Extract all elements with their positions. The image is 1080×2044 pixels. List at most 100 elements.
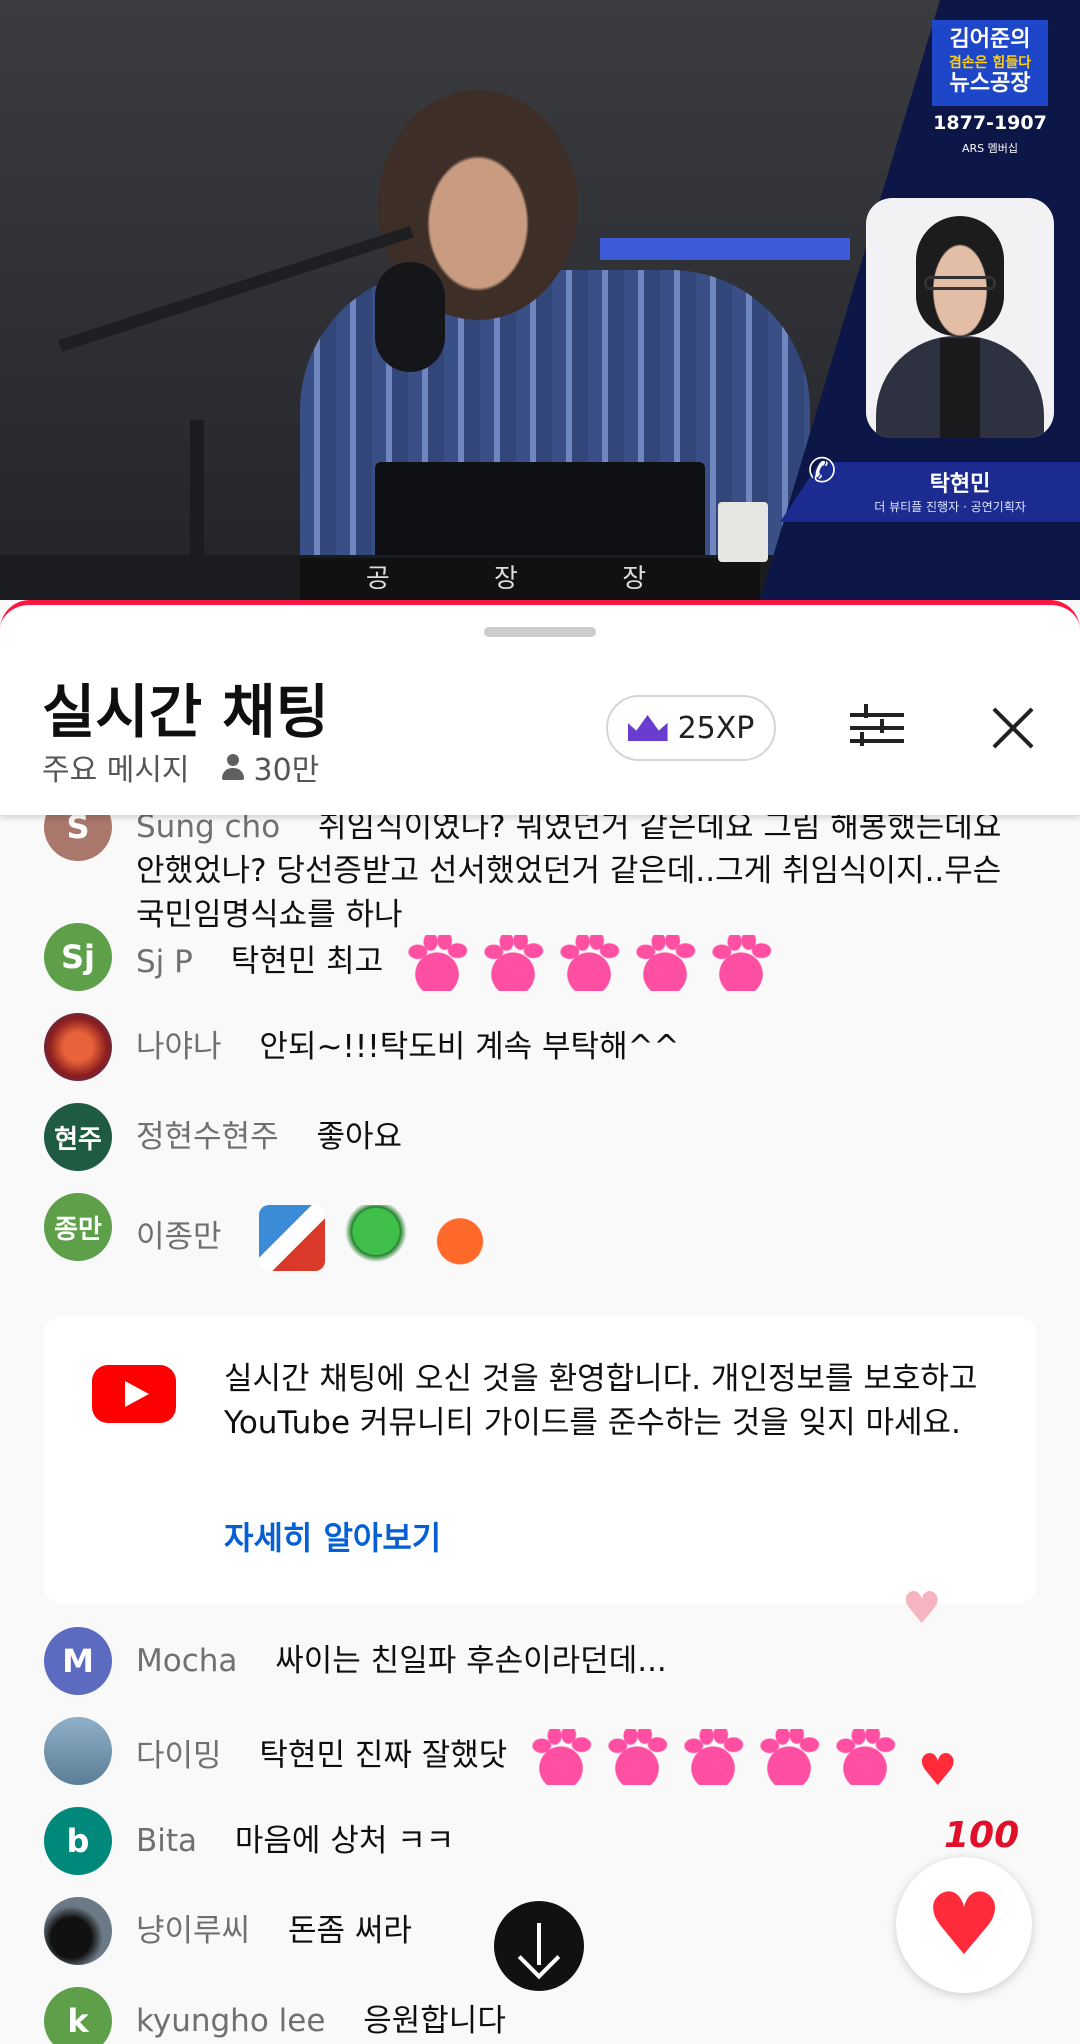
- learn-more-link[interactable]: 자세히 알아보기: [224, 1513, 441, 1559]
- youtube-icon: [92, 1365, 176, 1423]
- viewer-count-value: 30만: [253, 753, 320, 788]
- sticker-emoji: [427, 1205, 494, 1271]
- xp-value: 25XP: [677, 710, 755, 746]
- guest-shirt: [940, 338, 980, 438]
- floating-heart-icon: ♥: [902, 1583, 942, 1634]
- guest-photo: [866, 198, 1054, 438]
- chat-subtitle: 주요 메시지 30만: [42, 745, 319, 789]
- welcome-card: 실시간 채팅에 오신 것을 환영합니다. 개인정보를 보호하고 YouTube …: [44, 1317, 1036, 1603]
- tune-line-1: [850, 713, 904, 717]
- show-logo: 김어준의 겸손은 힘들다 뉴스공장: [932, 20, 1048, 106]
- logo-line-1: 김어준의: [949, 27, 1031, 52]
- chat-message[interactable]: M Mocha 싸이는 친일파 후손이라던데...: [44, 1627, 667, 1695]
- guest-role: 더 뷰티플 진행자 · 공연기획자: [874, 500, 1026, 514]
- waving-hand-emoji: [757, 1729, 822, 1785]
- message-body: 정현수현주 좋아요: [136, 1115, 402, 1159]
- avatar[interactable]: k: [44, 1987, 112, 2044]
- hundred-points-icon: 100: [944, 1815, 1020, 1856]
- avatar[interactable]: [44, 1013, 112, 1081]
- waving-hand-emoji: [605, 1729, 670, 1785]
- tune-line-3: [850, 739, 904, 743]
- avatar[interactable]: 현주: [44, 1103, 112, 1171]
- chat-message[interactable]: 종만 이종만: [44, 1193, 501, 1271]
- ars-label: ARS 멤버십: [961, 142, 1018, 155]
- sticker-emoji: [259, 1205, 326, 1271]
- waving-hand-emoji: [833, 1729, 898, 1785]
- heart-reaction-button[interactable]: ♥: [896, 1857, 1032, 1993]
- chat-message[interactable]: Sj Sj P 탁현민 최고: [44, 923, 774, 991]
- cup: [718, 502, 768, 562]
- message-author: Bita: [136, 1823, 198, 1859]
- waving-hand-emoji: [481, 935, 546, 991]
- message-author: 이종만: [136, 1218, 222, 1255]
- waving-hand-emoji: [405, 935, 470, 991]
- avatar[interactable]: 종만: [44, 1193, 112, 1261]
- floating-heart-icon: ♥: [918, 1745, 958, 1796]
- person-icon: [220, 754, 246, 780]
- live-chat-sheet: 실시간 채팅 주요 메시지 30만 25XP S Sung cho 취임식이였나…: [0, 600, 1080, 2044]
- message-text: 안되~!!!탁도비 계속 부탁해^^: [259, 1029, 680, 1065]
- studio-light-band: [600, 238, 850, 260]
- message-author: 정현수현주: [136, 1119, 279, 1155]
- ars-phone-number: 1877-1907: [933, 112, 1047, 134]
- message-body: 다이밍 탁현민 진짜 잘했닷: [136, 1729, 898, 1785]
- chat-message[interactable]: 냥이루씨 돈좀 써라: [44, 1897, 412, 1965]
- xp-badge-button[interactable]: 25XP: [606, 695, 776, 761]
- welcome-text: 실시간 채팅에 오신 것을 환영합니다. 개인정보를 보호하고 YouTube …: [224, 1361, 978, 1441]
- avatar[interactable]: [44, 1897, 112, 1965]
- message-body: 이종만: [136, 1205, 501, 1271]
- message-body: kyungho lee 응원합니다: [136, 1999, 506, 2043]
- message-body: 냥이루씨 돈좀 써라: [136, 1909, 412, 1953]
- tune-knob-2: [880, 719, 884, 733]
- message-author: 나야나: [136, 1029, 222, 1065]
- chat-message[interactable]: b Bita 마음에 상처 ㅋㅋ: [44, 1807, 454, 1875]
- message-body: Sung cho 취임식이였나? 뭐였던거 같은데요 그림 해봉했는데요 안했었…: [136, 805, 1016, 937]
- avatar[interactable]: M: [44, 1627, 112, 1695]
- avatar[interactable]: Sj: [44, 923, 112, 991]
- microphone: [375, 262, 445, 372]
- message-text: 좋아요: [316, 1119, 403, 1155]
- waving-hand-emoji: [529, 1729, 594, 1785]
- guest-glasses: [924, 276, 996, 290]
- message-author: 냥이루씨: [136, 1913, 251, 1949]
- tune-knob-3: [860, 732, 864, 746]
- logo-line-2: 겸손은 힘들다: [948, 55, 1032, 71]
- tune-line-2: [850, 726, 904, 730]
- message-body: Bita 마음에 상처 ㅋㅋ: [136, 1819, 454, 1863]
- chat-message[interactable]: 다이밍 탁현민 진짜 잘했닷: [44, 1717, 898, 1785]
- message-text: 응원합니다: [363, 2003, 506, 2039]
- crown-icon: [627, 715, 668, 741]
- message-body: 나야나 안되~!!!탁도비 계속 부탁해^^: [136, 1025, 680, 1069]
- guest-name: 탁현민: [929, 472, 991, 497]
- message-body: Sj P 탁현민 최고: [136, 935, 774, 991]
- chat-mode-selector[interactable]: 주요 메시지: [42, 745, 190, 789]
- message-text: 돈좀 써라: [287, 1913, 412, 1949]
- avatar[interactable]: b: [44, 1807, 112, 1875]
- phone-icon: ✆: [807, 451, 837, 491]
- close-icon[interactable]: [990, 705, 1036, 751]
- sticker-emoji: [343, 1205, 410, 1271]
- message-author: 다이밍: [136, 1737, 222, 1774]
- filter-settings-icon[interactable]: [850, 701, 904, 755]
- message-author: Mocha: [136, 1643, 238, 1679]
- chat-message[interactable]: 현주 정현수현주 좋아요: [44, 1103, 402, 1171]
- avatar[interactable]: [44, 1717, 112, 1785]
- message-body: Mocha 싸이는 친일파 후손이라던데...: [136, 1639, 667, 1683]
- logo-line-3: 뉴스공장: [949, 71, 1031, 96]
- scroll-to-bottom-button[interactable]: [494, 1901, 584, 1991]
- chat-header: 실시간 채팅 주요 메시지 30만 25XP: [0, 605, 1080, 815]
- message-text: 탁현민 최고: [230, 943, 384, 980]
- message-text: 싸이는 친일파 후손이라던데...: [275, 1643, 667, 1679]
- drag-handle[interactable]: [484, 627, 596, 637]
- waving-hand-emoji: [709, 935, 774, 991]
- chat-title: 실시간 채팅: [42, 678, 329, 746]
- waving-hand-emoji: [633, 935, 698, 991]
- waving-hand-emoji: [557, 935, 622, 991]
- message-author: kyungho lee: [136, 2003, 326, 2039]
- message-author: Sj P: [136, 943, 193, 980]
- nameplate: 공 장 장: [300, 558, 760, 600]
- message-text: 마음에 상처 ㅋㅋ: [234, 1823, 455, 1859]
- chat-message[interactable]: k kyungho lee 응원합니다: [44, 1987, 506, 2044]
- video-player[interactable]: 공 장 장 김어준의 겸손은 힘들다 뉴스공장 1877-1907 ARS 멤버…: [0, 0, 1080, 600]
- chat-message[interactable]: 나야나 안되~!!!탁도비 계속 부탁해^^: [44, 1013, 680, 1081]
